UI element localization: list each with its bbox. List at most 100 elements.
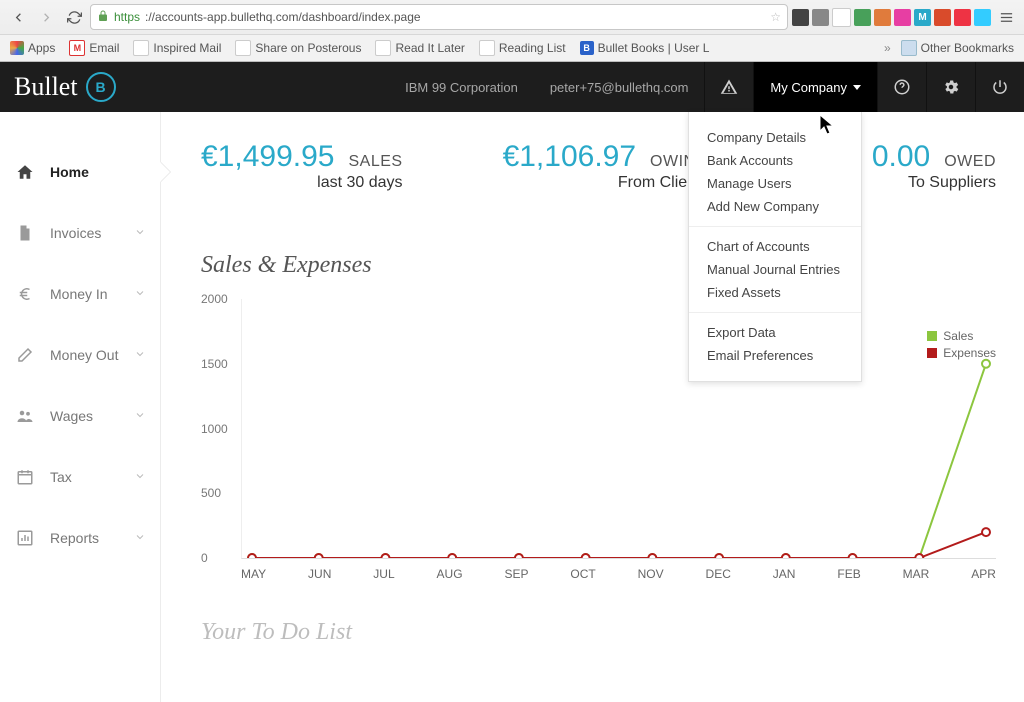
- kpi-owing: €1,106.97 OWING: [503, 140, 709, 174]
- legend-item: Expenses: [927, 346, 996, 360]
- sidebar-item-wages[interactable]: Wages: [0, 386, 160, 447]
- url-protocol: https: [114, 10, 140, 24]
- y-tick: 500: [201, 486, 221, 500]
- ext-icon[interactable]: M: [914, 9, 931, 26]
- header-company-name: IBM 99 Corporation: [389, 62, 534, 112]
- sidebar-item-home[interactable]: Home: [0, 142, 160, 203]
- chevron-down-icon: [853, 85, 861, 90]
- x-tick: APR: [971, 567, 996, 589]
- menu-add-company[interactable]: Add New Company: [689, 195, 861, 218]
- alerts-button[interactable]: [704, 62, 753, 112]
- menu-email-preferences[interactable]: Email Preferences: [689, 344, 861, 367]
- address-bar[interactable]: https ://accounts-app.bullethq.com/dashbo…: [90, 4, 788, 30]
- reload-button[interactable]: [62, 5, 86, 29]
- kpi-label: OWED: [944, 153, 996, 171]
- ext-icon[interactable]: [894, 9, 911, 26]
- x-tick: MAY: [241, 567, 266, 589]
- bookmark-overflow-icon[interactable]: »: [884, 41, 891, 55]
- kpi-sublabel: To Suppliers: [908, 174, 996, 192]
- bookmark-item[interactable]: Reading List: [475, 38, 570, 58]
- ext-icon[interactable]: [874, 9, 891, 26]
- sidebar-item-label: Reports: [50, 530, 99, 546]
- x-tick: SEP: [504, 567, 528, 589]
- power-button[interactable]: [975, 62, 1024, 112]
- forward-button[interactable]: [34, 5, 58, 29]
- kpi-owed: 0.00 OWED: [872, 140, 996, 174]
- x-tick: AUG: [437, 567, 463, 589]
- kpi-sales: €1,499.95 SALES: [201, 140, 403, 174]
- x-tick: JAN: [773, 567, 796, 589]
- back-button[interactable]: [6, 5, 30, 29]
- sidebar-item-label: Wages: [50, 408, 93, 424]
- chevron-down-icon: [134, 469, 146, 485]
- chevron-down-icon: [134, 225, 146, 241]
- menu-bank-accounts[interactable]: Bank Accounts: [689, 149, 861, 172]
- bookmark-item[interactable]: Inspired Mail: [129, 38, 225, 58]
- brand-logo[interactable]: BulletB: [0, 62, 130, 112]
- extension-icons: M: [792, 5, 1018, 29]
- menu-fixed-assets[interactable]: Fixed Assets: [689, 281, 861, 304]
- browser-chrome: https ://accounts-app.bullethq.com/dashbo…: [0, 0, 1024, 62]
- bookmark-item[interactable]: Apps: [6, 39, 59, 57]
- sidebar-item-label: Money Out: [50, 347, 118, 363]
- x-tick: MAR: [903, 567, 930, 589]
- bookmark-item[interactable]: MEmail: [65, 38, 123, 58]
- legend-label: Sales: [943, 329, 973, 343]
- sidebar-item-tax[interactable]: Tax: [0, 447, 160, 508]
- menu-journal-entries[interactable]: Manual Journal Entries: [689, 258, 861, 281]
- sidebar-item-money-out[interactable]: Money Out: [0, 325, 160, 386]
- app-header: BulletB IBM 99 Corporation peter+75@bull…: [0, 62, 1024, 112]
- y-tick: 1000: [201, 422, 228, 436]
- url-path: ://accounts-app.bullethq.com/dashboard/i…: [145, 10, 421, 24]
- legend-swatch: [927, 331, 937, 341]
- other-bookmarks[interactable]: Other Bookmarks: [897, 38, 1018, 58]
- bookmark-item[interactable]: BBullet Books | User L: [576, 39, 714, 57]
- ext-icon[interactable]: [792, 9, 809, 26]
- chevron-down-icon: [134, 530, 146, 546]
- section-title-sales-expenses: Sales & Expenses: [201, 252, 996, 279]
- ext-icon[interactable]: [812, 9, 829, 26]
- file-icon: [14, 224, 36, 242]
- chrome-menu-icon[interactable]: [994, 5, 1018, 29]
- header-user-email: peter+75@bullethq.com: [534, 62, 705, 112]
- kpi-sublabel: last 30 days: [317, 174, 402, 192]
- legend-swatch: [927, 348, 937, 358]
- kpi-row: €1,499.95 SALES last 30 days €1,106.97 O…: [201, 140, 996, 192]
- ext-icon[interactable]: [974, 9, 991, 26]
- star-icon[interactable]: ☆: [770, 10, 781, 24]
- bookmark-item[interactable]: Share on Posterous: [231, 38, 365, 58]
- ext-icon[interactable]: [954, 9, 971, 26]
- ext-icon[interactable]: [832, 8, 851, 27]
- sidebar-item-money-in[interactable]: Money In: [0, 264, 160, 325]
- sidebar-item-label: Money In: [50, 286, 108, 302]
- ext-icon[interactable]: [934, 9, 951, 26]
- mouse-cursor-icon: [819, 114, 837, 136]
- chart-legend: Sales Expenses: [927, 329, 996, 363]
- sales-expenses-chart: 0500100015002000 SalesExpenses MAYJUNJUL…: [201, 299, 996, 589]
- edit-icon: [14, 346, 36, 364]
- settings-button[interactable]: [926, 62, 975, 112]
- chevron-down-icon: [134, 347, 146, 363]
- x-tick: JUL: [373, 567, 394, 589]
- section-title-todo: Your To Do List: [201, 619, 996, 646]
- sidebar: Home Invoices Money In Money Out Wages T…: [0, 112, 160, 702]
- sidebar-item-invoices[interactable]: Invoices: [0, 203, 160, 264]
- ext-icon[interactable]: [854, 9, 871, 26]
- main-content: €1,499.95 SALES last 30 days €1,106.97 O…: [160, 112, 1024, 702]
- menu-chart-of-accounts[interactable]: Chart of Accounts: [689, 235, 861, 258]
- my-company-menu[interactable]: My Company: [753, 62, 877, 112]
- sidebar-item-reports[interactable]: Reports: [0, 508, 160, 569]
- sidebar-item-label: Home: [50, 164, 89, 180]
- menu-export-data[interactable]: Export Data: [689, 321, 861, 344]
- menu-manage-users[interactable]: Manage Users: [689, 172, 861, 195]
- sidebar-item-label: Invoices: [50, 225, 101, 241]
- bookmarks-bar: Apps MEmail Inspired Mail Share on Poste…: [0, 34, 1024, 61]
- help-button[interactable]: [877, 62, 926, 112]
- chevron-down-icon: [134, 408, 146, 424]
- kpi-value: €1,106.97: [503, 140, 636, 174]
- home-icon: [14, 163, 36, 181]
- kpi-value: €1,499.95: [201, 140, 334, 174]
- brand-badge-icon: B: [86, 72, 116, 102]
- y-tick: 0: [201, 551, 208, 565]
- bookmark-item[interactable]: Read It Later: [371, 38, 468, 58]
